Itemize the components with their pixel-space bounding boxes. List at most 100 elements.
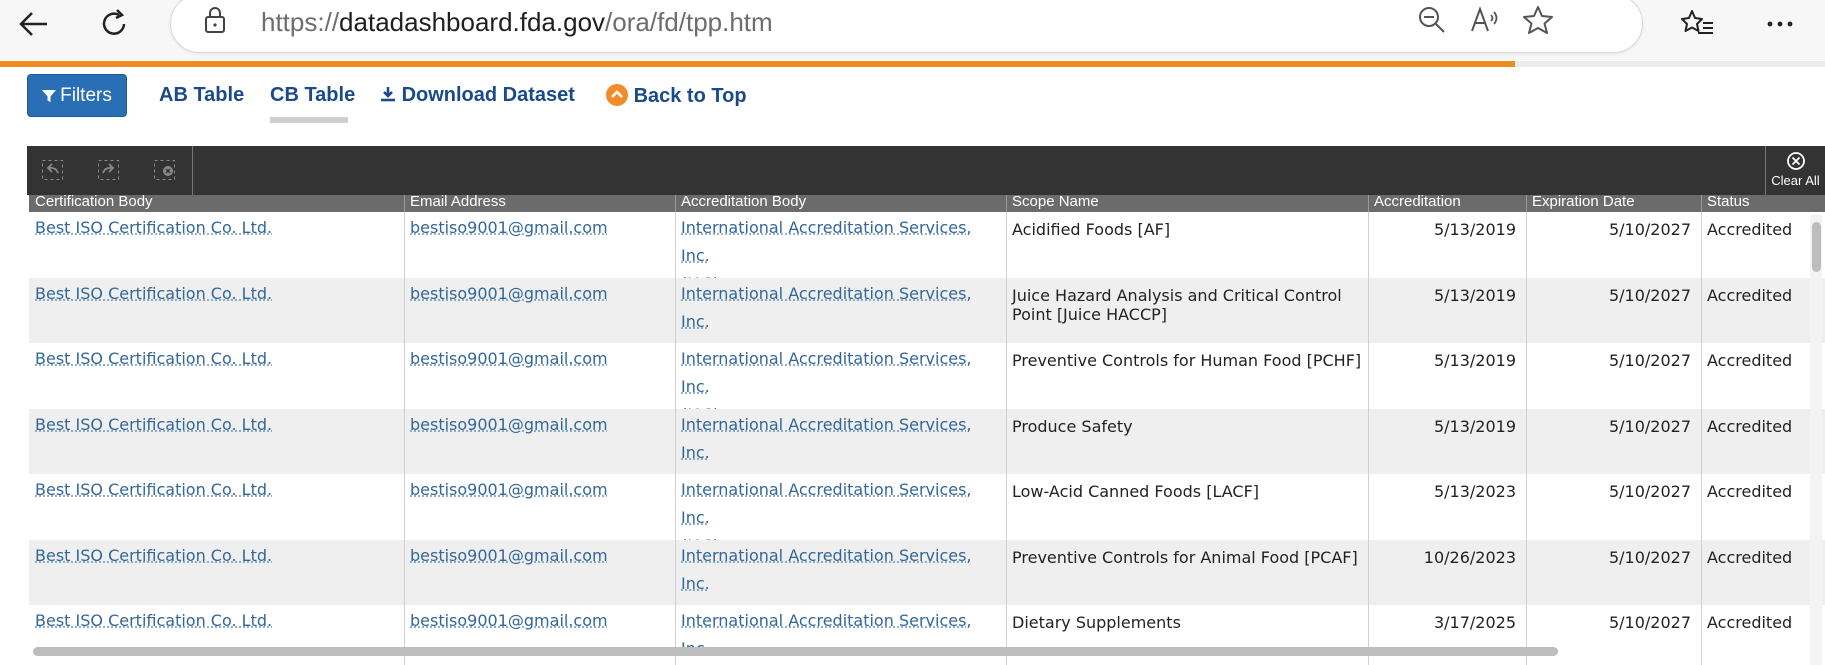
favorites-button[interactable] <box>1672 0 1724 48</box>
cell-email-address[interactable]: bestiso9001@gmail.com <box>404 278 675 344</box>
clear-all-button[interactable]: Clear All <box>1765 146 1825 195</box>
table-row[interactable]: Best ISO Certification Co. Ltd. bestiso90… <box>29 605 1825 665</box>
url-host: datadashboard.fda.gov <box>339 7 606 37</box>
cell-accreditation-date: 5/13/2019 <box>1433 285 1516 305</box>
cell-accreditation-body[interactable]: International Accreditation Services, In… <box>675 474 1006 540</box>
vertical-scrollbar-track[interactable] <box>1810 215 1822 665</box>
cell-certification-body[interactable]: Best ISO Certification Co. Ltd. <box>29 212 404 278</box>
download-dataset-link[interactable]: Download Dataset <box>380 84 575 107</box>
cell-email-address[interactable]: bestiso9001@gmail.com <box>404 605 675 665</box>
email-link[interactable]: bestiso9001@gmail.com <box>410 349 608 368</box>
accreditation-body-link[interactable]: International Accreditation Services, In… <box>681 284 972 331</box>
cell-expiration-date: 5/10/2027 <box>1608 482 1691 501</box>
horizontal-scrollbar-thumb[interactable] <box>33 647 1558 656</box>
cell-accreditation-body[interactable]: International Accreditation Services, In… <box>675 278 1006 344</box>
site-info-button[interactable] <box>195 1 235 39</box>
certification-body-link[interactable]: Best ISO Certification Co. Ltd. <box>35 218 272 237</box>
ab-table-link[interactable]: AB Table <box>159 84 244 107</box>
accreditation-body-link[interactable]: International Accreditation Services, In… <box>681 546 972 593</box>
column-header-certification-body[interactable]: Certification Body <box>29 195 404 212</box>
read-aloud-button[interactable] <box>1465 1 1505 39</box>
vertical-scrollbar-thumb[interactable] <box>1812 222 1821 272</box>
column-header-accreditation-body[interactable]: Accreditation Body <box>675 195 1006 212</box>
cell-accreditation-body[interactable]: International Accreditation Services, In… <box>675 212 1006 278</box>
table-row[interactable]: Best ISO Certification Co. Ltd. bestiso90… <box>29 212 1825 278</box>
email-link[interactable]: bestiso9001@gmail.com <box>410 546 608 565</box>
table-row[interactable]: Best ISO Certification Co. Ltd. bestiso90… <box>29 474 1825 540</box>
accreditation-body-link[interactable]: International Accreditation Services, In… <box>681 480 972 527</box>
cell-scope-name: Acidified Foods [AF] <box>1012 220 1171 239</box>
accreditation-body-link[interactable]: International Accreditation Services, In… <box>681 349 972 396</box>
cell-certification-body[interactable]: Best ISO Certification Co. Ltd. <box>29 278 404 344</box>
column-gridline <box>1701 212 1702 665</box>
cell-accreditation-date: 5/13/2023 <box>1433 482 1516 501</box>
cell-status: Accredited <box>1707 482 1793 501</box>
cell-accreditation-body[interactable]: International Accreditation Services, In… <box>675 540 1006 606</box>
clear-all-icon <box>1787 152 1805 170</box>
cb-data-table: Certification Body Email Address Accredi… <box>29 195 1825 665</box>
clear-selection-icon <box>154 160 175 180</box>
url-text[interactable]: https://datadashboard.fda.gov/ora/fd/tpp… <box>261 7 773 38</box>
accreditation-body-link[interactable]: International Accreditation Services, In… <box>681 415 972 462</box>
certification-body-link[interactable]: Best ISO Certification Co. Ltd. <box>35 284 272 303</box>
cell-email-address[interactable]: bestiso9001@gmail.com <box>404 409 675 475</box>
cell-accreditation-body[interactable]: International Accreditation Services, In… <box>675 605 1006 665</box>
back-to-top-link[interactable]: Back to Top <box>606 84 747 108</box>
favorite-star-icon <box>1523 6 1553 34</box>
cell-expiration-date: 5/10/2027 <box>1608 613 1691 632</box>
table-row[interactable]: Best ISO Certification Co. Ltd. bestiso90… <box>29 277 1825 344</box>
cell-email-address[interactable]: bestiso9001@gmail.com <box>404 212 675 278</box>
column-header-expiration-date[interactable]: Expiration Date <box>1526 195 1701 212</box>
table-row[interactable]: Best ISO Certification Co. Ltd. bestiso90… <box>29 539 1825 606</box>
email-link[interactable]: bestiso9001@gmail.com <box>410 415 608 434</box>
page-load-progress <box>0 61 1515 67</box>
cb-table-link[interactable]: CB Table <box>270 84 355 107</box>
cell-certification-body[interactable]: Best ISO Certification Co. Ltd. <box>29 605 404 665</box>
clear-selection-button[interactable] <box>150 156 180 184</box>
email-link[interactable]: bestiso9001@gmail.com <box>410 284 608 303</box>
table-row[interactable]: Best ISO Certification Co. Ltd. bestiso90… <box>29 408 1825 475</box>
cell-accreditation-body[interactable]: International Accreditation Services, In… <box>675 409 1006 475</box>
column-gridline <box>1006 212 1007 665</box>
back-button[interactable] <box>8 0 60 48</box>
column-header-status[interactable]: Status <box>1701 195 1825 212</box>
clear-all-label: Clear All <box>1771 173 1820 188</box>
accreditation-body-link[interactable]: International Accreditation Services, In… <box>681 218 972 265</box>
certification-body-link[interactable]: Best ISO Certification Co. Ltd. <box>35 480 272 499</box>
browser-toolbar: https://datadashboard.fda.gov/ora/fd/tpp… <box>0 0 1825 60</box>
email-link[interactable]: bestiso9001@gmail.com <box>410 480 608 499</box>
redo-button[interactable] <box>94 156 124 184</box>
column-gridline <box>404 212 405 665</box>
address-bar[interactable]: https://datadashboard.fda.gov/ora/fd/tpp… <box>170 0 1643 53</box>
certification-body-link[interactable]: Best ISO Certification Co. Ltd. <box>35 415 272 434</box>
certification-body-link[interactable]: Best ISO Certification Co. Ltd. <box>35 611 272 630</box>
cell-email-address[interactable]: bestiso9001@gmail.com <box>404 343 675 409</box>
favorite-button[interactable] <box>1518 1 1558 39</box>
email-link[interactable]: bestiso9001@gmail.com <box>410 218 608 237</box>
cell-scope-name: Low-Acid Canned Foods [LACF] <box>1012 482 1260 501</box>
back-to-top-label: Back to Top <box>633 85 747 107</box>
cell-certification-body[interactable]: Best ISO Certification Co. Ltd. <box>29 474 404 540</box>
certification-body-link[interactable]: Best ISO Certification Co. Ltd. <box>35 349 272 368</box>
cell-email-address[interactable]: bestiso9001@gmail.com <box>404 474 675 540</box>
column-header-accreditation[interactable]: Accreditation <box>1368 195 1526 212</box>
refresh-button[interactable] <box>88 0 140 48</box>
certification-body-link[interactable]: Best ISO Certification Co. Ltd. <box>35 546 272 565</box>
table-row[interactable]: Best ISO Certification Co. Ltd. bestiso90… <box>29 343 1825 409</box>
undo-button[interactable] <box>38 156 68 184</box>
email-link[interactable]: bestiso9001@gmail.com <box>410 611 608 630</box>
column-header-email-address[interactable]: Email Address <box>404 195 675 212</box>
cell-certification-body[interactable]: Best ISO Certification Co. Ltd. <box>29 409 404 475</box>
cell-certification-body[interactable]: Best ISO Certification Co. Ltd. <box>29 343 404 409</box>
cell-email-address[interactable]: bestiso9001@gmail.com <box>404 540 675 606</box>
column-header-scope-name[interactable]: Scope Name <box>1006 195 1368 212</box>
more-menu-button[interactable] <box>1754 0 1806 48</box>
cell-status: Accredited <box>1707 416 1793 436</box>
grid-toolbar-divider <box>192 146 193 195</box>
cell-accreditation-body[interactable]: International Accreditation Services, In… <box>675 343 1006 409</box>
filter-funnel-icon <box>42 89 57 102</box>
zoom-out-button[interactable] <box>1412 1 1452 39</box>
cell-accreditation-date: 3/17/2025 <box>1433 613 1516 632</box>
cell-certification-body[interactable]: Best ISO Certification Co. Ltd. <box>29 540 404 606</box>
filters-button[interactable]: Filters <box>27 74 127 117</box>
